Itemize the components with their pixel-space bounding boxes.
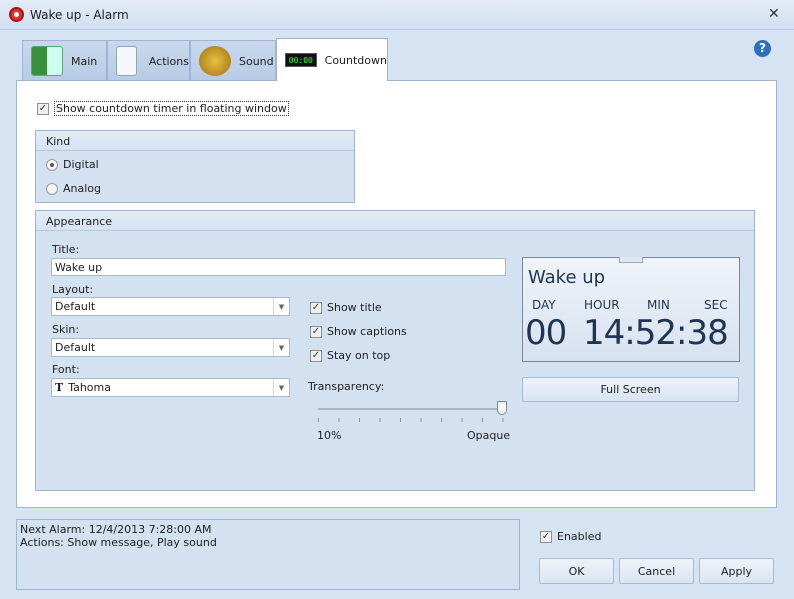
transparency-min-label: 10% [317,429,342,442]
font-label: Font: [52,363,80,376]
checkbox-icon: ✓ [310,349,322,362]
title-label: Title: [52,243,80,256]
select-value: Default [55,300,96,313]
radio-label: Digital [63,158,99,171]
font-icon: T [55,381,64,394]
apply-button[interactable]: Apply [699,558,774,584]
checkbox-label: Show captions [327,325,407,338]
kind-group: Kind Digital Analog [35,130,355,203]
preview-title: Wake up [528,267,606,288]
checkbox-label: Stay on top [327,349,391,362]
enabled-checkbox[interactable]: ✓ Enabled [540,530,601,543]
checklist-icon [116,46,137,76]
tab-sound[interactable]: Sound [190,40,276,81]
title-bar: Wake up - Alarm ✕ [0,0,794,30]
tab-label: Sound [239,54,274,68]
skin-select[interactable]: Default ▼ [51,338,290,357]
slider-ticks [318,418,504,422]
radio-digital[interactable]: Digital [46,158,99,171]
layout-label: Layout: [52,283,94,296]
status-box: Next Alarm: 12/4/2013 7:28:00 AM Actions… [16,519,520,590]
tab-label: Main [71,54,98,68]
help-icon[interactable]: ? [754,40,771,57]
stay-on-top-checkbox[interactable]: ✓ Stay on top [310,349,390,362]
chevron-down-icon[interactable]: ▼ [273,298,289,315]
chevron-down-icon[interactable]: ▼ [273,379,289,396]
actions-text: Actions: Show message, Play sound [20,536,217,549]
font-select[interactable]: T Tahoma ▼ [51,378,290,397]
checkbox-icon: ✓ [310,325,322,338]
select-value: Default [55,341,96,354]
skin-label: Skin: [52,323,80,336]
caption-hour: HOUR [584,298,620,312]
ok-button[interactable]: OK [539,558,614,584]
countdown-preview: Wake up DAY HOUR MIN SEC 00 14:52:38 [522,257,740,362]
tab-label: Countdown [324,53,387,67]
close-button[interactable]: ✕ [768,6,780,22]
transparency-slider[interactable] [497,401,507,415]
alarm-clock-icon [9,7,24,22]
radio-label: Analog [63,182,102,195]
radio-analog[interactable]: Analog [46,182,101,195]
show-captions-checkbox[interactable]: ✓ Show captions [310,325,407,338]
calendar-clock-icon [31,46,63,76]
full-screen-button[interactable]: Full Screen [522,377,739,402]
group-header: Kind [36,131,354,151]
window-title: Wake up - Alarm [30,8,129,22]
group-header: Appearance [36,211,754,231]
caption-sec: SEC [704,298,728,312]
tab-countdown[interactable]: 00:00 Countdown [276,38,388,81]
tab-main[interactable]: Main [22,40,107,81]
cancel-button[interactable]: Cancel [619,558,694,584]
chevron-down-icon[interactable]: ▼ [273,339,289,356]
checkbox-icon: ✓ [540,530,552,543]
preview-day: 00 [525,313,567,353]
title-input[interactable]: Wake up [51,258,506,276]
preview-time: 14:52:38 [583,313,729,353]
preview-handle [619,257,643,263]
checkbox-label: Show title [327,301,382,314]
layout-select[interactable]: Default ▼ [51,297,290,316]
transparency-label: Transparency: [308,380,385,393]
next-alarm-text: Next Alarm: 12/4/2013 7:28:00 AM [20,523,212,536]
select-value: Tahoma [68,381,111,394]
tab-label: Actions [148,54,189,68]
caption-day: DAY [532,298,556,312]
transparency-max-label: Opaque [467,429,511,442]
digital-clock-icon: 00:00 [285,53,317,67]
caption-min: MIN [647,298,670,312]
checkbox-label: Enabled [557,530,602,543]
radio-icon [46,158,58,171]
checkbox-label: Show countdown timer in floating window [54,101,289,116]
transparency-track [318,408,504,410]
show-title-checkbox[interactable]: ✓ Show title [310,301,382,314]
speaker-icon [199,46,231,76]
radio-icon [46,182,58,195]
show-floating-checkbox[interactable]: ✓ Show countdown timer in floating windo… [37,101,289,116]
tab-actions[interactable]: Actions [107,40,190,81]
checkbox-icon: ✓ [310,301,322,314]
checkbox-icon: ✓ [37,102,49,115]
